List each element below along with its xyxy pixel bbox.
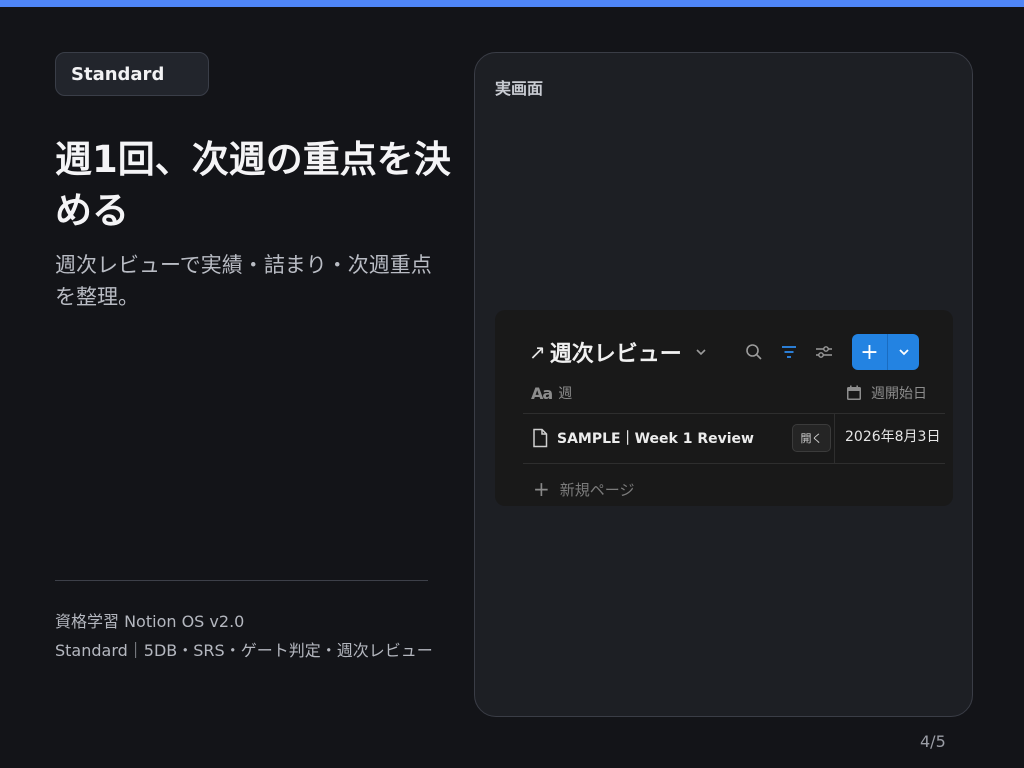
plan-badge: Standard [55, 52, 209, 96]
frame-label: 実画面 [495, 79, 544, 98]
filter-icon[interactable] [778, 341, 800, 363]
footer-divider [55, 580, 428, 581]
plus-icon: + [533, 477, 550, 501]
text-property-icon: Aa [531, 383, 553, 403]
row-title: SAMPLE｜Week 1 Review [557, 431, 754, 447]
footer-features: Standard｜5DB・SRS・ゲート判定・週次レビュー [55, 641, 433, 660]
new-button-dropdown[interactable] [888, 334, 919, 370]
footer-product: 資格学習 Notion OS v2.0 [55, 612, 245, 631]
row-divider [523, 463, 945, 464]
sliders-icon[interactable] [813, 341, 835, 363]
column-header-label: 週 [558, 386, 573, 402]
slide-subtitle: 週次レビューで実績・詰まり・次週重点を整理。 [55, 253, 432, 309]
top-accent-bar [0, 0, 1024, 7]
screenshot-frame: 実画面 ↗ 週次レビュー + Aa 週 週開始日 SAMPLE｜Week 1 R… [474, 52, 973, 717]
column-divider [834, 413, 835, 463]
slide-title: 週1回、次週の重点を決める [55, 138, 451, 232]
table-row[interactable]: SAMPLE｜Week 1 Review [531, 423, 754, 453]
row-date: 2026年8月3日 [845, 429, 941, 445]
new-page-button[interactable]: + 新規ページ [533, 477, 635, 501]
calendar-icon [845, 384, 863, 402]
search-icon[interactable] [743, 341, 765, 363]
column-header-start-date[interactable]: 週開始日 [845, 382, 927, 404]
chevron-down-icon [898, 349, 909, 356]
column-header-week[interactable]: Aa 週 [531, 382, 572, 404]
database-title: 週次レビュー [549, 342, 682, 367]
page-icon [531, 428, 549, 448]
link-arrow-icon: ↗ [529, 340, 546, 364]
column-header-label: 週開始日 [871, 386, 927, 402]
new-page-label: 新規ページ [559, 480, 635, 499]
new-button[interactable]: + [852, 334, 887, 370]
page-number: 4/5 [920, 732, 946, 751]
chevron-down-icon [694, 345, 708, 359]
open-page-button[interactable]: 開く [792, 424, 831, 452]
database-title-button[interactable]: ↗ 週次レビュー [529, 334, 708, 370]
database-view: ↗ 週次レビュー + Aa 週 週開始日 SAMPLE｜Week 1 Revie… [495, 310, 953, 506]
row-divider [523, 413, 945, 414]
new-button-group: + [852, 334, 919, 370]
